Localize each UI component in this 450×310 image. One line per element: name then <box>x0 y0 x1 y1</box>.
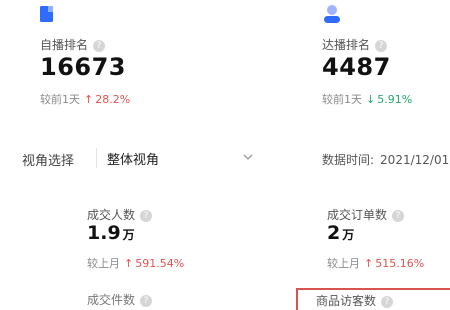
influencer-live-rank-compare: 较前1天 ↓ 5.91% <box>322 93 413 106</box>
influencer-live-rank-value: 4487 <box>322 53 391 81</box>
deal-orders-label: 成交订单数? <box>327 206 405 223</box>
product-visitors-label: 商品访客数? <box>316 292 394 309</box>
document-icon <box>40 6 53 22</box>
deal-users-label: 成交人数? <box>87 206 153 223</box>
arrow-up-icon: ↑ <box>364 257 374 270</box>
help-icon[interactable]: ? <box>140 210 153 222</box>
self-live-rank-compare: 较前1天 ↑ 28.2% <box>40 93 131 106</box>
chevron-down-icon <box>243 154 253 160</box>
self-live-rank-label: 自播排名? <box>40 36 106 53</box>
deal-users-value: 1.9 万 <box>87 222 135 244</box>
view-select-value: 整体视角 <box>107 153 160 168</box>
help-icon[interactable]: ? <box>392 210 405 222</box>
help-icon[interactable]: ? <box>93 40 106 52</box>
data-time: 数据时间: 2021/12/01 <box>322 153 450 167</box>
view-select-label: 视角选择 <box>22 154 75 169</box>
deal-orders-value: 2万 <box>327 222 355 244</box>
influencer-live-rank-label: 达播排名? <box>322 36 388 53</box>
help-icon[interactable]: ? <box>375 40 388 52</box>
deal-orders-compare: 较上月 ↑ 515.16% <box>327 257 425 270</box>
arrow-down-icon: ↓ <box>366 93 376 106</box>
self-live-rank-value: 16673 <box>40 53 126 81</box>
arrow-up-icon: ↑ <box>124 257 134 270</box>
help-icon[interactable]: ? <box>140 295 153 307</box>
deal-users-compare: 较上月 ↑ 591.54% <box>87 257 185 270</box>
help-icon[interactable]: ? <box>381 296 394 308</box>
user-icon <box>324 5 340 23</box>
view-select-dropdown[interactable]: 整体视角 <box>96 148 259 168</box>
arrow-up-icon: ↑ <box>84 93 94 106</box>
